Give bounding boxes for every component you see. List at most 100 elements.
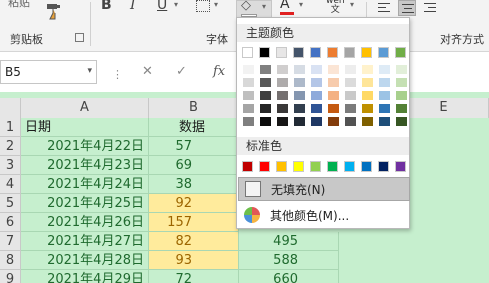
cell-a6[interactable]: 2021年4月26日 — [21, 213, 149, 232]
theme-shade-swatch[interactable] — [362, 65, 373, 74]
theme-shade-swatch[interactable] — [260, 117, 271, 126]
insert-function-icon[interactable]: fx — [213, 64, 225, 79]
row-header[interactable]: 1 — [0, 118, 21, 137]
theme-shade-swatch[interactable] — [396, 78, 407, 87]
theme-shade-swatch[interactable] — [345, 65, 356, 74]
theme-shade-swatch[interactable] — [260, 65, 271, 74]
clipboard-launcher-icon[interactable] — [75, 33, 84, 42]
standard-color-swatch[interactable] — [293, 161, 304, 172]
cell-b3[interactable]: 69 — [149, 156, 239, 175]
cell-b1[interactable]: 数据 — [149, 118, 239, 137]
theme-shade-swatch[interactable] — [311, 104, 322, 113]
theme-shade-swatch[interactable] — [345, 91, 356, 100]
cell-c8[interactable]: 588 — [239, 251, 339, 270]
borders-dropdown-icon[interactable]: ▾ — [214, 0, 218, 9]
row-header[interactable]: 7 — [0, 232, 21, 251]
theme-color-swatch[interactable] — [395, 47, 406, 58]
cell-a7[interactable]: 2021年4月27日 — [21, 232, 149, 251]
theme-shade-swatch[interactable] — [362, 104, 373, 113]
bold-button[interactable]: B — [101, 0, 112, 13]
theme-shade-swatch[interactable] — [379, 91, 390, 100]
theme-shade-swatch[interactable] — [362, 78, 373, 87]
theme-shade-swatch[interactable] — [243, 91, 254, 100]
theme-shade-swatch[interactable] — [328, 78, 339, 87]
theme-color-swatch[interactable] — [344, 47, 355, 58]
underline-button[interactable]: U — [157, 0, 167, 13]
theme-shade-swatch[interactable] — [396, 91, 407, 100]
theme-shade-swatch[interactable] — [311, 78, 322, 87]
theme-shade-swatch[interactable] — [277, 91, 288, 100]
theme-shade-swatch[interactable] — [311, 117, 322, 126]
standard-color-swatch[interactable] — [395, 161, 406, 172]
cell-b7[interactable]: 82 — [149, 232, 239, 251]
align-left-icon[interactable] — [375, 0, 393, 16]
theme-shade-swatch[interactable] — [345, 117, 356, 126]
cell-b9[interactable]: 72 — [149, 270, 239, 283]
row-header[interactable]: 5 — [0, 194, 21, 213]
font-color-button[interactable]: A — [280, 0, 290, 12]
theme-color-swatch[interactable] — [310, 47, 321, 58]
theme-shade-swatch[interactable] — [294, 104, 305, 113]
standard-color-swatch[interactable] — [344, 161, 355, 172]
theme-shade-swatch[interactable] — [379, 78, 390, 87]
align-right-icon[interactable] — [421, 0, 439, 16]
phonetic-guide-button[interactable]: wén 文 — [326, 0, 345, 15]
theme-shade-swatch[interactable] — [243, 104, 254, 113]
theme-shade-swatch[interactable] — [260, 104, 271, 113]
column-header-b[interactable]: B — [149, 98, 239, 118]
standard-color-swatch[interactable] — [259, 161, 270, 172]
theme-shade-swatch[interactable] — [243, 65, 254, 74]
standard-color-swatch[interactable] — [327, 161, 338, 172]
theme-shade-swatch[interactable] — [260, 91, 271, 100]
name-box[interactable]: B5 ▾ — [0, 60, 97, 84]
cell-c9[interactable]: 660 — [239, 270, 339, 283]
theme-shade-swatch[interactable] — [294, 65, 305, 74]
cell-a3[interactable]: 2021年4月23日 — [21, 156, 149, 175]
select-all-corner[interactable] — [0, 98, 21, 118]
cell-a4[interactable]: 2021年4月24日 — [21, 175, 149, 194]
cell-b6[interactable]: 157 — [149, 213, 239, 232]
cell-c7[interactable]: 495 — [239, 232, 339, 251]
theme-shade-swatch[interactable] — [277, 65, 288, 74]
cell-b2[interactable]: 57 — [149, 137, 239, 156]
theme-color-swatch[interactable] — [242, 47, 253, 58]
standard-color-swatch[interactable] — [242, 161, 253, 172]
theme-shade-swatch[interactable] — [294, 78, 305, 87]
name-box-dropdown-icon[interactable]: ▾ — [87, 66, 92, 76]
row-header[interactable]: 6 — [0, 213, 21, 232]
column-header-e[interactable]: E — [399, 98, 489, 118]
theme-color-swatch[interactable] — [293, 47, 304, 58]
row-header[interactable]: 9 — [0, 270, 21, 283]
cell-a1[interactable]: 日期 — [21, 118, 149, 137]
theme-shade-swatch[interactable] — [277, 78, 288, 87]
column-header-a[interactable]: A — [21, 98, 149, 118]
standard-color-swatch[interactable] — [378, 161, 389, 172]
cell-a8[interactable]: 2021年4月28日 — [21, 251, 149, 270]
enter-icon[interactable]: ✓ — [176, 64, 187, 79]
standard-color-swatch[interactable] — [310, 161, 321, 172]
row-header[interactable]: 2 — [0, 137, 21, 156]
theme-shade-swatch[interactable] — [328, 104, 339, 113]
theme-color-swatch[interactable] — [361, 47, 372, 58]
borders-icon[interactable] — [196, 0, 210, 12]
font-color-dropdown-icon[interactable]: ▾ — [299, 0, 303, 9]
theme-shade-swatch[interactable] — [379, 65, 390, 74]
theme-shade-swatch[interactable] — [243, 117, 254, 126]
theme-shade-swatch[interactable] — [345, 78, 356, 87]
row-header[interactable]: 4 — [0, 175, 21, 194]
no-fill-option[interactable]: 无填充(N) — [238, 177, 410, 201]
theme-color-swatch[interactable] — [327, 47, 338, 58]
theme-shade-swatch[interactable] — [362, 91, 373, 100]
cell-a5[interactable]: 2021年4月25日 — [21, 194, 149, 213]
theme-color-swatch[interactable] — [378, 47, 389, 58]
theme-shade-swatch[interactable] — [328, 65, 339, 74]
theme-shade-swatch[interactable] — [345, 104, 356, 113]
theme-shade-swatch[interactable] — [379, 104, 390, 113]
theme-shade-swatch[interactable] — [328, 117, 339, 126]
theme-shade-swatch[interactable] — [396, 117, 407, 126]
theme-shade-swatch[interactable] — [294, 91, 305, 100]
theme-shade-swatch[interactable] — [243, 78, 254, 87]
theme-color-swatch[interactable] — [259, 47, 270, 58]
more-colors-option[interactable]: 其他颜色(M)... — [238, 204, 410, 226]
underline-dropdown-icon[interactable]: ▾ — [174, 0, 178, 9]
